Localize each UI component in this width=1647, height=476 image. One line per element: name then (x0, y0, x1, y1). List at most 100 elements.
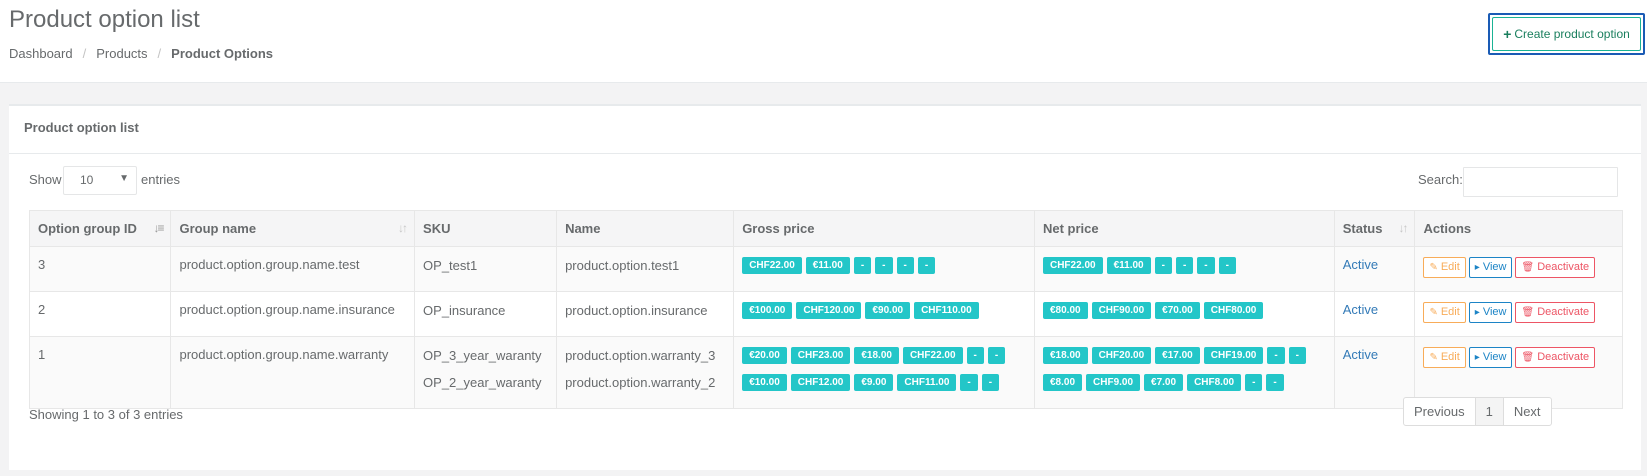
breadcrumb-separator: / (157, 46, 162, 61)
action-buttons: ✎ Edit ▸ View 🗑 Deactivate (1423, 347, 1614, 368)
price-badge: CHF120.00 (796, 302, 862, 319)
net-price-badges: €80.00 CHF90.00 €70.00 CHF80.00 (1042, 302, 1326, 329)
page-title: Product option list (9, 6, 200, 33)
price-badge: €18.00 (1042, 347, 1088, 364)
cell-gross-price: €100.00 CHF120.00 €90.00 CHF110.00 (733, 291, 1035, 337)
deactivate-button-label: Deactivate (1537, 306, 1590, 318)
deactivate-button-label: Deactivate (1537, 261, 1590, 273)
price-badge: €18.00 (854, 347, 899, 364)
create-product-option-button[interactable]: + Create product option (1492, 17, 1641, 51)
column-header-name: Name (556, 210, 735, 247)
entries-select-value: 10 (80, 173, 94, 187)
status-link[interactable]: Active (1333, 246, 1416, 292)
price-badge: CHF90.00 (1091, 302, 1152, 319)
net-price-badges: €8.00 CHF9.00 €7.00 CHF8.00- - (1042, 374, 1326, 401)
previous-page-button[interactable]: Previous (1403, 397, 1476, 426)
chevron-down-icon: ▼ (119, 173, 129, 184)
price-badge: CHF22.00 (1042, 257, 1103, 274)
price-badge: €9.00 (854, 374, 894, 391)
deactivate-button[interactable]: 🗑 Deactivate (1515, 302, 1596, 323)
caret-right-icon: ▸ (1474, 262, 1480, 273)
price-badge: - (1267, 347, 1285, 364)
action-buttons: ✎ Edit ▸ View 🗑 Deactivate (1423, 302, 1614, 323)
column-header-option-group-id[interactable]: Option group ID ↓≡ (28, 210, 172, 247)
price-badge: - (987, 347, 1006, 364)
column-header-actions: Actions (1414, 210, 1623, 247)
cell-group-name: product.option.group.name.warranty (170, 336, 416, 409)
cell-net-price: €80.00 CHF90.00 €70.00 CHF80.00 (1033, 291, 1335, 337)
price-badge: - (966, 347, 984, 364)
breadcrumb-dashboard[interactable]: Dashboard (9, 46, 73, 61)
cell-sku: OP_insurance (414, 291, 558, 337)
price-badge: - (981, 374, 1000, 391)
price-badge: - (1288, 347, 1307, 364)
price-badge: €11.00 (805, 257, 850, 274)
option-name-value: product.option.insurance (565, 303, 708, 318)
edit-button[interactable]: ✎ Edit (1423, 257, 1466, 278)
price-badge: CHF22.00 (742, 257, 802, 274)
next-page-button[interactable]: Next (1502, 397, 1552, 426)
sort-icon: ↓↑ (398, 221, 408, 235)
view-button[interactable]: ▸ View (1468, 302, 1513, 323)
price-badge: - (896, 257, 914, 274)
cell-gross-price: CHF22.00 €11.00- - - - (733, 246, 1035, 292)
price-badge: - (960, 374, 978, 391)
sku-value: OP_insurance (423, 303, 506, 318)
deactivate-button-label: Deactivate (1537, 351, 1590, 363)
cell-net-price: €18.00 CHF20.00 €17.00 CHF19.00- - €8.00 CHF9.… (1033, 336, 1335, 409)
deactivate-button[interactable]: 🗑 Deactivate (1515, 347, 1596, 368)
view-button-label: View (1482, 351, 1507, 363)
cell-name: product.option.insurance (556, 291, 735, 337)
column-header-status[interactable]: Status ↓↑ (1333, 210, 1416, 247)
price-badge: €90.00 (865, 302, 911, 319)
caret-right-icon: ▸ (1474, 307, 1480, 318)
price-badge: CHF12.00 (790, 374, 851, 391)
price-badge: CHF110.00 (914, 302, 979, 319)
price-badge: - (875, 257, 893, 274)
product-option-table: Option group ID ↓≡ Group name ↓↑ SKU Name … (28, 210, 1623, 409)
edit-button-label: Edit (1440, 351, 1460, 363)
price-badge: CHF22.00 (902, 347, 963, 364)
cell-name: product.option.warranty_3 product.option.… (556, 336, 735, 409)
column-header-sku: SKU (414, 210, 558, 247)
pagination: Previous 1 Next (1403, 397, 1552, 426)
option-name-value: product.option.test1 (565, 258, 680, 273)
price-badge: - (1245, 374, 1263, 391)
sku-value: OP_3_year_waranty (423, 348, 542, 363)
option-name-value: product.option.warranty_3 (565, 348, 716, 363)
price-badge: - (917, 257, 936, 274)
cell-sku: OP_test1 (414, 246, 558, 292)
edit-button[interactable]: ✎ Edit (1423, 302, 1466, 323)
price-badge: - (1197, 257, 1215, 274)
cell-group-name: product.option.group.name.test (170, 246, 416, 292)
view-button-label: View (1482, 306, 1507, 318)
price-badge: €10.00 (742, 374, 787, 391)
column-header-group-name[interactable]: Group name ↓↑ (170, 210, 416, 247)
price-badge: CHF11.00 (897, 374, 957, 391)
show-label: Show (29, 172, 62, 187)
trash-icon: 🗑 (1521, 307, 1535, 318)
page-button-1[interactable]: 1 (1474, 397, 1504, 426)
edit-icon: ✎ (1429, 352, 1438, 363)
view-button[interactable]: ▸ View (1468, 347, 1513, 368)
edit-button[interactable]: ✎ Edit (1423, 347, 1466, 368)
price-badge: €7.00 (1144, 374, 1184, 391)
price-badge: €11.00 (1106, 257, 1151, 274)
cell-name: product.option.test1 (556, 246, 735, 292)
sort-icon: ↓↑ (1398, 221, 1408, 235)
entries-select[interactable]: 10 ▼ (63, 166, 137, 195)
status-link[interactable]: Active (1333, 291, 1416, 337)
price-badge: €20.00 (742, 347, 787, 364)
price-badge: €80.00 (1042, 302, 1088, 319)
breadcrumb-products[interactable]: Products (96, 46, 147, 61)
edit-button-label: Edit (1440, 306, 1460, 318)
table-header-row: Option group ID ↓≡ Group name ↓↑ SKU Name … (28, 210, 1623, 247)
breadcrumb-product-options: Product Options (171, 46, 274, 61)
view-button[interactable]: ▸ View (1468, 257, 1513, 278)
gross-price-badges: €20.00 CHF23.00 €18.00 CHF22.00- - (742, 347, 1026, 374)
deactivate-button[interactable]: 🗑 Deactivate (1515, 257, 1596, 278)
price-badge: - (1175, 257, 1194, 274)
trash-icon: 🗑 (1521, 352, 1535, 363)
search-input[interactable] (1463, 167, 1618, 197)
table-row: 1 product.option.group.name.warranty OP_3_… (28, 336, 1623, 409)
